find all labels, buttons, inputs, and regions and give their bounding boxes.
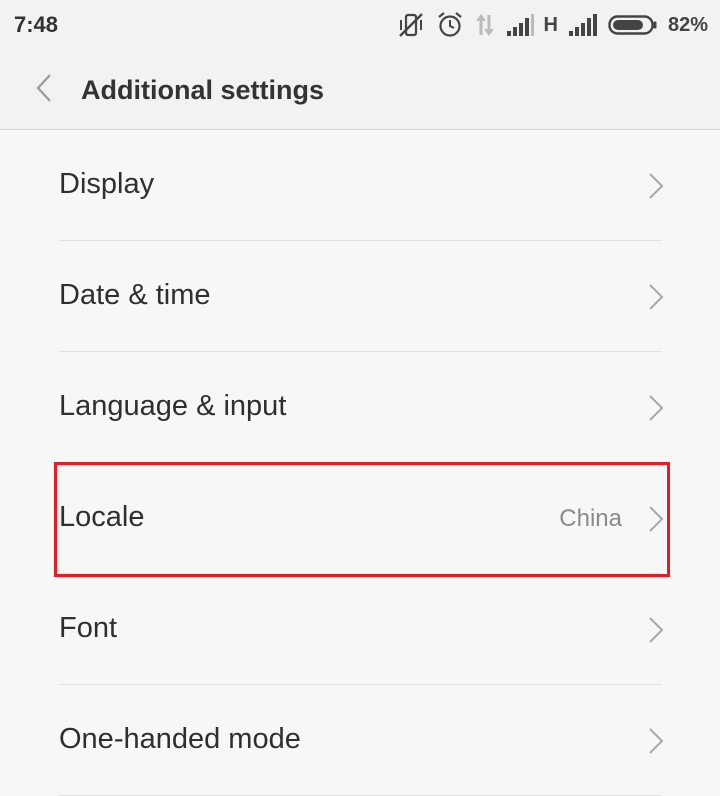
chevron-right-icon xyxy=(648,505,664,533)
signal-icon xyxy=(568,13,598,37)
chevron-right-icon xyxy=(648,394,664,422)
vibrate-off-icon xyxy=(396,11,426,39)
status-bar: 7:48 H 82% xyxy=(0,0,720,52)
chevron-left-icon xyxy=(35,73,53,108)
settings-item-display[interactable]: Display xyxy=(0,130,720,241)
battery-percent: 82% xyxy=(667,13,708,36)
chevron-right-icon xyxy=(648,172,664,200)
chevron-right-icon xyxy=(648,616,664,644)
settings-item-locale[interactable]: Locale China xyxy=(0,463,720,574)
settings-list: Display Date & time Language & input Loc… xyxy=(0,130,720,796)
settings-item-date-time[interactable]: Date & time xyxy=(0,241,720,352)
data-arrows-icon xyxy=(474,11,496,39)
header: Additional settings xyxy=(0,52,720,130)
locale-value: China xyxy=(559,505,622,532)
status-time: 7:48 xyxy=(14,12,59,37)
signal-icon xyxy=(506,13,534,37)
back-button[interactable] xyxy=(24,70,64,110)
settings-item-language-input[interactable]: Language & input xyxy=(0,352,720,463)
settings-item-font[interactable]: Font xyxy=(0,574,720,685)
settings-item-label: Display xyxy=(59,168,155,200)
settings-item-label: Locale xyxy=(59,501,145,533)
page-title: Additional settings xyxy=(81,75,324,105)
settings-item-label: Date & time xyxy=(59,279,211,311)
settings-item-label: Font xyxy=(59,612,118,644)
battery-icon xyxy=(608,14,658,36)
network-type: H xyxy=(543,13,558,36)
settings-item-one-handed-mode[interactable]: One-handed mode xyxy=(0,685,720,796)
settings-item-label: One-handed mode xyxy=(59,723,301,755)
chevron-right-icon xyxy=(648,283,664,311)
status-icons: H 82% xyxy=(396,10,708,40)
chevron-right-icon xyxy=(648,727,664,755)
settings-item-label: Language & input xyxy=(59,390,287,422)
alarm-icon xyxy=(436,11,464,39)
